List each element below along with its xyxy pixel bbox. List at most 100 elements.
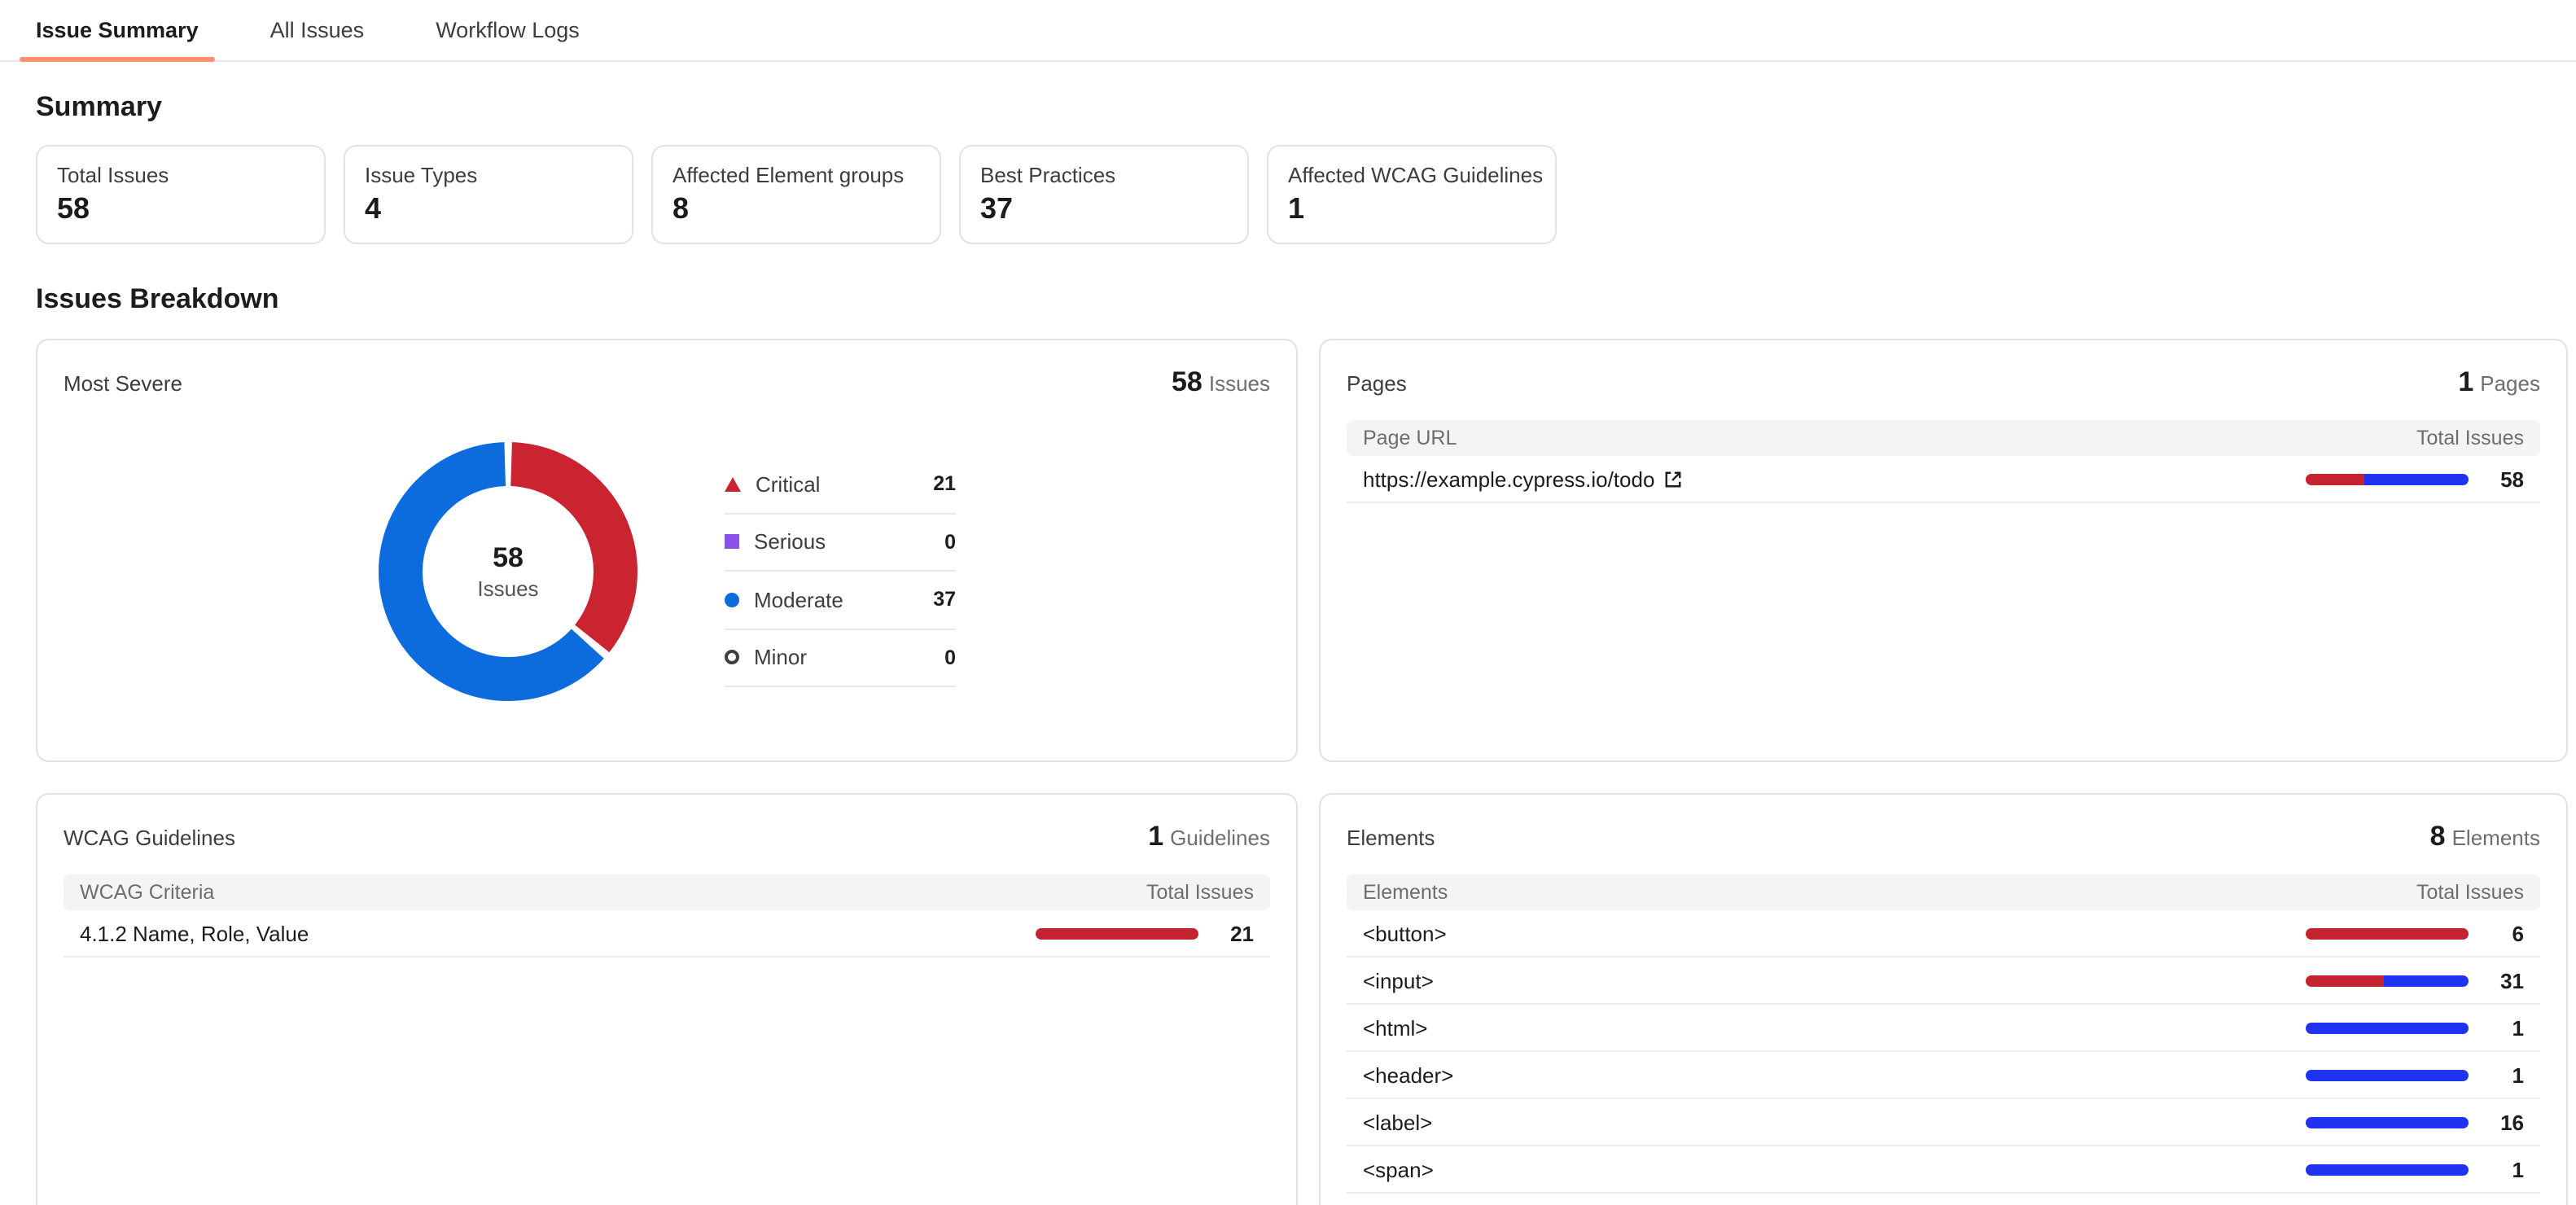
critical-triangle-icon xyxy=(725,476,741,492)
row-total-issues: 1 xyxy=(2512,1157,2524,1181)
wcag-table-header: WCAG Criteria Total Issues xyxy=(64,874,1270,910)
pages-count-unit: Pages xyxy=(2480,371,2540,396)
page-url[interactable]: https://example.cypress.io/todo xyxy=(1363,467,1654,491)
element-row-header[interactable]: <header> 1 xyxy=(1347,1052,2540,1099)
issues-breakdown-heading: Issues Breakdown xyxy=(36,283,279,314)
pages-count-value: 1 xyxy=(2458,366,2474,397)
column-header-elements: Elements xyxy=(1363,881,1448,904)
main-content: Summary Total Issues 58 Issue Types 4 Af… xyxy=(0,62,2576,1205)
column-header-page-url: Page URL xyxy=(1363,427,1457,449)
severity-legend: Critical 21 Serious 0 Moderate 37 Minor … xyxy=(725,456,956,687)
stat-card-best-practices: Best Practices 37 xyxy=(959,145,1249,244)
tab-bar: Issue Summary All Issues Workflow Logs xyxy=(0,0,2576,62)
tab-issue-summary[interactable]: Issue Summary xyxy=(20,0,215,62)
element-row-button[interactable]: <button> 6 xyxy=(1347,910,2540,957)
stat-value: 37 xyxy=(980,192,1014,225)
wcag-count-unit: Guidelines xyxy=(1170,826,1270,850)
element-row-label[interactable]: <label> 16 xyxy=(1347,1099,2540,1146)
issues-ratio-bar xyxy=(2306,975,2469,986)
pages-card: Pages 1 Pages Page URL Total Issues https… xyxy=(1319,339,2568,762)
most-severe-count: 58 Issues xyxy=(1172,366,1270,399)
most-severe-count-unit: Issues xyxy=(1208,371,1270,396)
wcag-count: 1 Guidelines xyxy=(1148,821,1270,853)
element-tag: <header> xyxy=(1363,1063,1454,1087)
stat-label: Total Issues xyxy=(57,163,169,187)
element-tag: <span> xyxy=(1363,1157,1434,1181)
wcag-row[interactable]: 4.1.2 Name, Role, Value 21 xyxy=(64,910,1270,957)
legend-row-moderate: Moderate 37 xyxy=(725,572,956,629)
summary-heading: Summary xyxy=(36,91,162,122)
element-row-html[interactable]: <html> 1 xyxy=(1347,1005,2540,1052)
legend-row-critical: Critical 21 xyxy=(725,456,956,514)
wcag-guidelines-card: WCAG Guidelines 1 Guidelines WCAG Criteri… xyxy=(36,793,1298,1205)
issues-ratio-bar xyxy=(2306,1069,2469,1080)
element-row-input[interactable]: <input> 31 xyxy=(1347,957,2540,1005)
legend-row-minor: Minor 0 xyxy=(725,629,956,687)
stat-label: Best Practices xyxy=(980,163,1116,187)
pages-table: Page URL Total Issues https://example.cy… xyxy=(1347,420,2540,503)
row-total-issues: 31 xyxy=(2500,968,2524,992)
row-total-issues: 1 xyxy=(2512,1015,2524,1040)
element-tag: <html> xyxy=(1363,1015,1428,1040)
issues-ratio-bar xyxy=(2306,1022,2469,1033)
stat-label: Affected WCAG Guidelines xyxy=(1288,163,1544,187)
stat-value: 1 xyxy=(1288,192,1305,225)
stat-value: 58 xyxy=(57,192,90,225)
wcag-count-value: 1 xyxy=(1148,821,1164,852)
issues-ratio-bar xyxy=(2306,1116,2469,1128)
legend-value: 37 xyxy=(933,588,956,611)
pages-count: 1 Pages xyxy=(2458,366,2540,399)
element-row-span[interactable]: <span> 1 xyxy=(1347,1146,2540,1194)
column-header-total-issues: Total Issues xyxy=(1146,881,1254,904)
external-link-icon[interactable] xyxy=(1664,470,1682,488)
legend-value: 21 xyxy=(933,472,956,496)
donut-center-value: 58 xyxy=(493,542,524,573)
legend-label: Moderate xyxy=(754,587,843,612)
legend-row-serious: Serious 0 xyxy=(725,514,956,572)
element-tag: <label> xyxy=(1363,1110,1433,1134)
column-header-total-issues: Total Issues xyxy=(2416,427,2524,449)
pages-table-header: Page URL Total Issues xyxy=(1347,420,2540,456)
serious-square-icon xyxy=(725,534,739,550)
elements-count: 8 Elements xyxy=(2430,821,2540,853)
donut-center-unit: Issues xyxy=(477,576,539,601)
legend-label: Minor xyxy=(754,645,808,670)
stat-value: 8 xyxy=(672,192,690,225)
element-tag: <input> xyxy=(1363,968,1434,992)
most-severe-card: Most Severe 58 Issues 58 Issues Critical… xyxy=(36,339,1298,762)
tab-workflow-logs[interactable]: Workflow Logs xyxy=(419,0,596,60)
tab-all-issues[interactable]: All Issues xyxy=(254,0,381,60)
elements-table: Elements Total Issues <button> 6 <input>… xyxy=(1347,874,2540,1194)
minor-circle-outline-icon xyxy=(725,650,739,665)
row-total-issues: 58 xyxy=(2500,467,2524,491)
legend-label: Critical xyxy=(756,471,821,497)
issues-ratio-bar xyxy=(1036,927,1198,939)
severity-donut-chart: 58 Issues xyxy=(378,441,638,702)
stat-card-affected-element-groups: Affected Element groups 8 xyxy=(651,145,941,244)
pages-title: Pages xyxy=(1347,371,1407,396)
legend-value: 0 xyxy=(944,646,956,669)
issues-ratio-bar xyxy=(2306,1163,2469,1175)
stat-card-issue-types: Issue Types 4 xyxy=(344,145,633,244)
summary-stat-row: Total Issues 58 Issue Types 4 Affected E… xyxy=(36,145,2568,244)
issues-ratio-bar xyxy=(2306,927,2469,939)
row-total-issues: 1 xyxy=(2512,1063,2524,1087)
donut-center-label: 58 Issues xyxy=(378,441,638,702)
stat-label: Affected Element groups xyxy=(672,163,905,187)
most-severe-count-value: 58 xyxy=(1172,366,1203,397)
wcag-title: WCAG Guidelines xyxy=(64,826,235,850)
wcag-criteria: 4.1.2 Name, Role, Value xyxy=(80,921,309,945)
elements-table-header: Elements Total Issues xyxy=(1347,874,2540,910)
row-total-issues: 6 xyxy=(2512,921,2524,945)
elements-count-value: 8 xyxy=(2429,821,2446,852)
stat-value: 4 xyxy=(365,192,382,225)
stat-card-total-issues: Total Issues 58 xyxy=(36,145,326,244)
column-header-wcag-criteria: WCAG Criteria xyxy=(80,881,215,904)
moderate-circle-icon xyxy=(725,592,739,607)
stat-card-affected-wcag-guidelines: Affected WCAG Guidelines 1 xyxy=(1267,145,1557,244)
issues-ratio-bar xyxy=(2306,473,2469,484)
elements-count-unit: Elements xyxy=(2451,826,2540,850)
legend-value: 0 xyxy=(944,530,956,554)
legend-label: Serious xyxy=(754,529,826,554)
page-row[interactable]: https://example.cypress.io/todo 58 xyxy=(1347,456,2540,503)
